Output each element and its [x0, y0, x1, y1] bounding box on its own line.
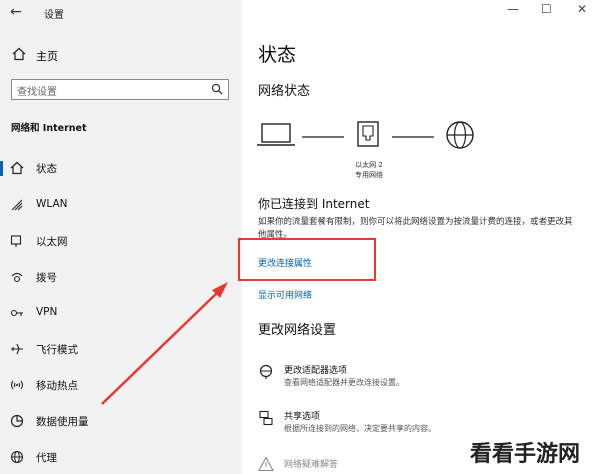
troubleshoot-link[interactable]: 网络疑难解答 [284, 457, 338, 470]
internet-globe-icon [446, 121, 474, 149]
change-connection-properties-link[interactable]: 更改连接属性 [258, 256, 312, 269]
network-diagram [257, 121, 474, 149]
laptop-icon [257, 123, 295, 146]
sharing-options-icon [259, 410, 273, 426]
network-status-title: 网络状态 [258, 84, 311, 99]
adapter-options-link[interactable]: 更改适配器选项 [284, 363, 347, 376]
sharing-options-link[interactable]: 共享选项 [284, 409, 320, 422]
minimize-button[interactable]: — [507, 2, 519, 16]
connected-title: 你已连接到 Internet [258, 197, 370, 211]
maximize-button[interactable]: ☐ [541, 2, 552, 16]
close-button[interactable]: ✕ [577, 2, 587, 16]
sharing-options-desc: 根据所连接到的网络，决定要共享的内容。 [284, 424, 436, 433]
adapter-options-icon [259, 364, 273, 379]
adapter-label: 以太网 2 专用网络 [355, 161, 383, 179]
page-title: 状态 [258, 44, 297, 66]
ethernet-adapter-icon [357, 121, 379, 147]
troubleshoot-warning-icon [258, 456, 274, 472]
show-available-networks-link[interactable]: 显示可用网络 [258, 288, 312, 301]
change-network-settings-title: 更改网络设置 [258, 323, 337, 338]
adapter-options-desc: 查看网络适配器并更改连接设置。 [284, 378, 404, 387]
watermark-text: 看看手游网 [470, 442, 581, 467]
